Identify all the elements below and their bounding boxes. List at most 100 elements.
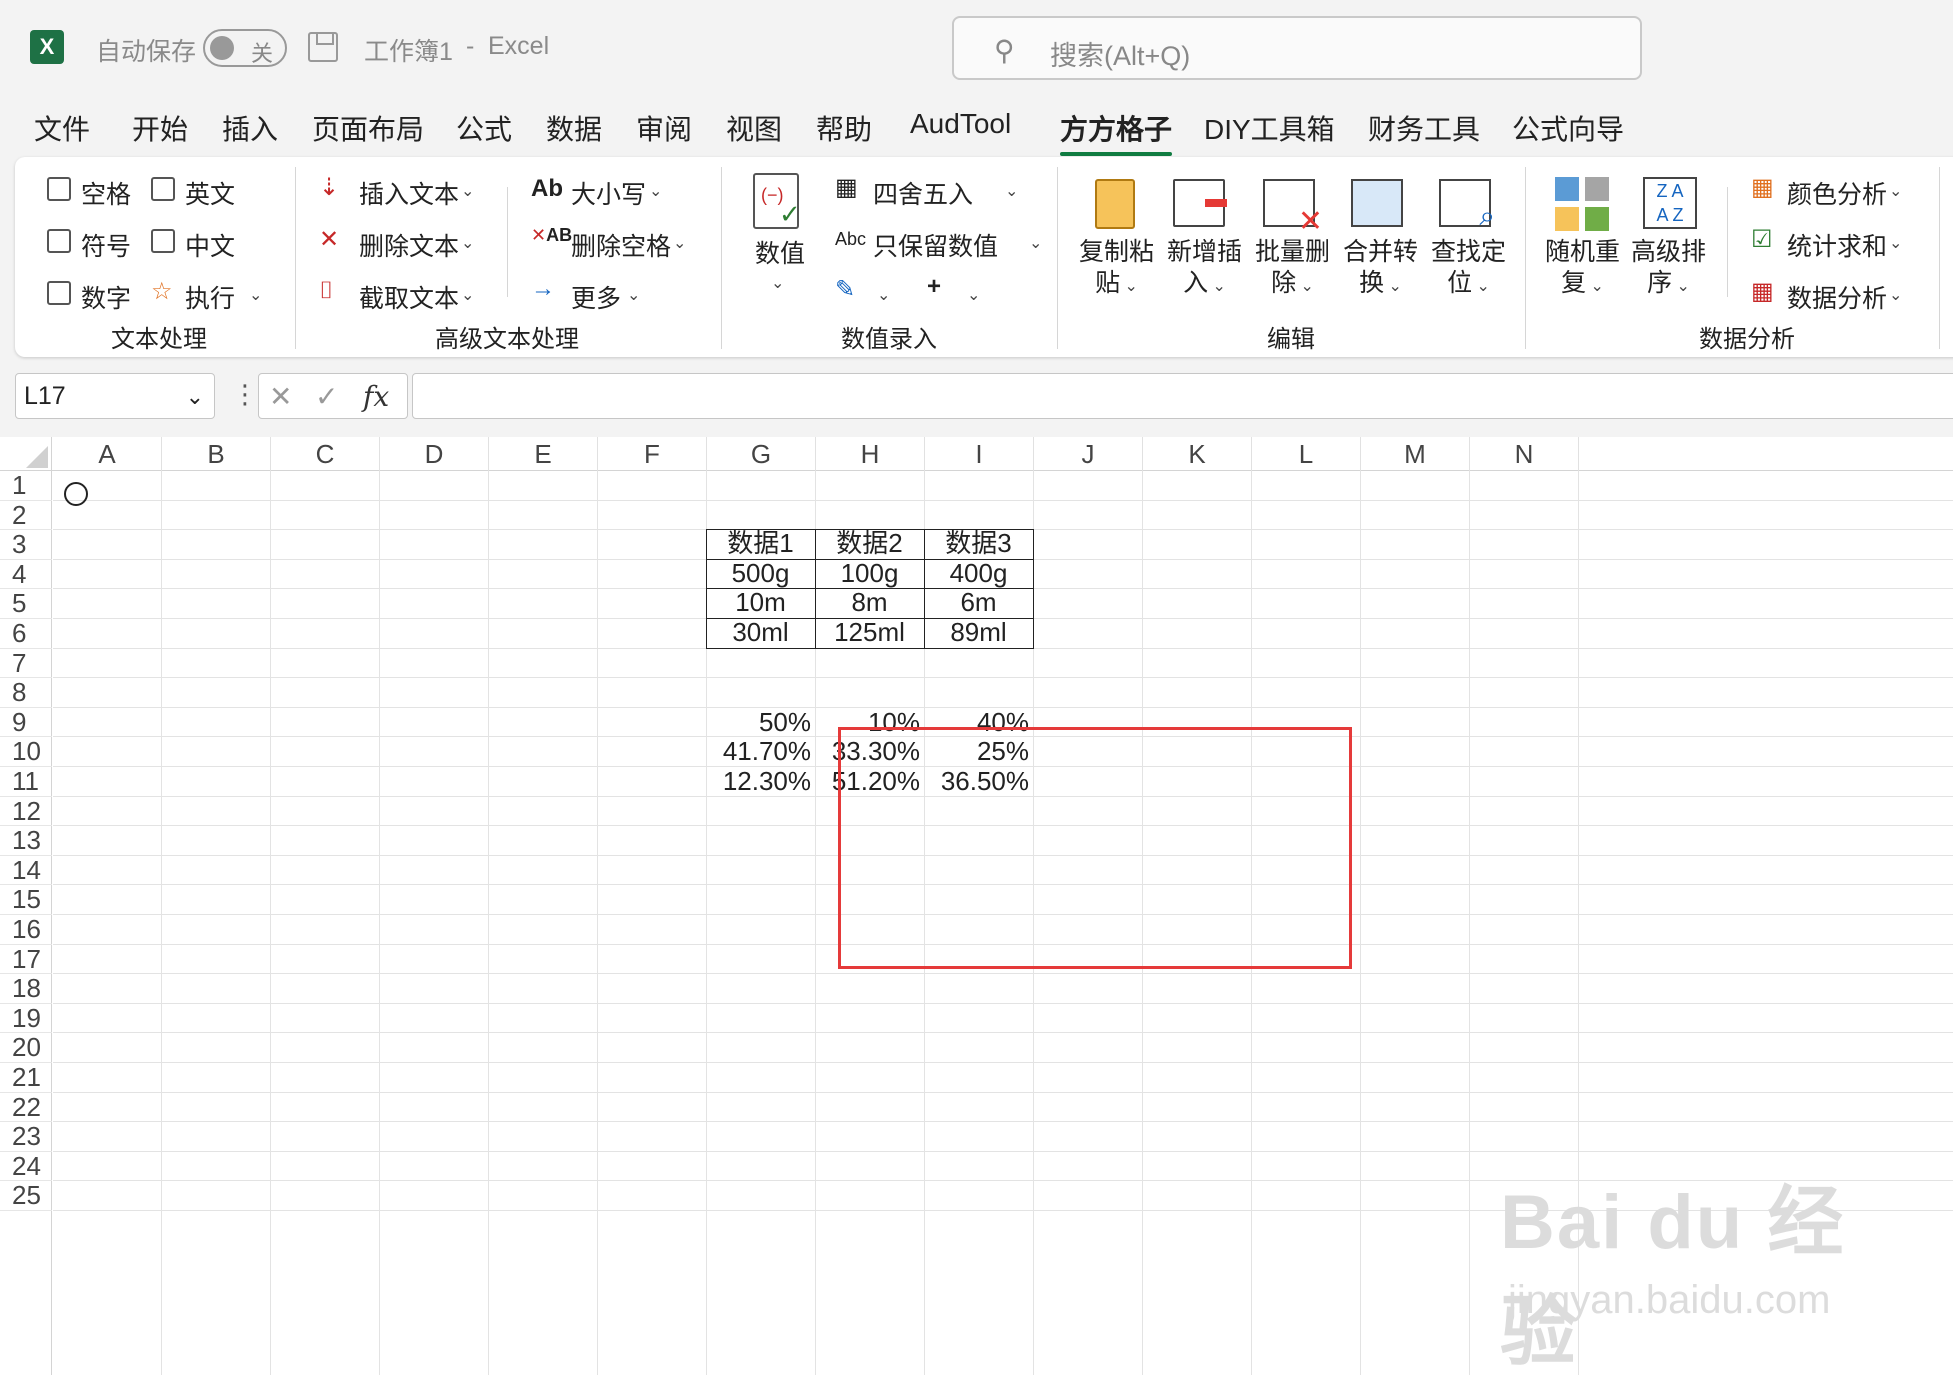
row-header[interactable]: 21: [0, 1062, 52, 1093]
row-header[interactable]: 1: [0, 470, 52, 501]
insert-text-button[interactable]: 插入文本: [359, 175, 459, 211]
confirm-icon[interactable]: ✓: [315, 380, 338, 413]
tab-formulas[interactable]: 公式: [456, 108, 512, 148]
tab-diy-toolbox[interactable]: DIY工具箱: [1204, 108, 1335, 148]
chevron-down-icon[interactable]: ⌄: [649, 181, 662, 201]
tab-page-layout[interactable]: 页面布局: [312, 108, 424, 148]
table-cell[interactable]: 30ml: [706, 617, 816, 649]
row-header[interactable]: 5: [0, 589, 52, 619]
row-header[interactable]: 6: [0, 618, 52, 649]
row-header[interactable]: 17: [0, 944, 52, 975]
column-header[interactable]: L: [1252, 437, 1361, 471]
column-header[interactable]: F: [598, 437, 707, 471]
chevron-down-icon[interactable]: ⌄: [1889, 233, 1902, 253]
row-header[interactable]: 9: [0, 707, 52, 738]
column-header[interactable]: E: [489, 437, 598, 471]
row-header[interactable]: 20: [0, 1033, 52, 1063]
table-header-cell[interactable]: 数据1: [706, 529, 816, 560]
column-header[interactable]: H: [816, 437, 925, 471]
checkbox-number[interactable]: [47, 281, 71, 305]
batch-delete-button[interactable]: 批量删 除 ⌄: [1255, 237, 1330, 302]
execute-button[interactable]: 执行: [185, 279, 235, 315]
chevron-down-icon[interactable]: ⌄: [1005, 181, 1018, 201]
chevron-down-icon[interactable]: ⌄: [186, 384, 204, 410]
checkbox-english[interactable]: [151, 177, 175, 201]
row-header[interactable]: 8: [0, 678, 52, 708]
row-header[interactable]: 7: [0, 648, 52, 679]
table-cell[interactable]: 8m: [815, 588, 925, 619]
delete-text-button[interactable]: 删除文本: [359, 227, 459, 263]
chevron-down-icon[interactable]: ⌄: [1889, 181, 1902, 201]
chevron-down-icon[interactable]: ⌄: [1029, 233, 1042, 253]
percent-cell[interactable]: 41.70%: [707, 737, 815, 767]
column-header[interactable]: G: [707, 437, 816, 471]
tab-formula-wizard[interactable]: 公式向导: [1512, 108, 1624, 148]
plus-icon[interactable]: +: [927, 273, 941, 301]
chevron-down-icon[interactable]: ⌄: [673, 233, 686, 253]
table-cell[interactable]: 6m: [924, 588, 1034, 619]
column-header[interactable]: K: [1143, 437, 1252, 471]
value-button[interactable]: 数值: [755, 239, 805, 270]
row-header[interactable]: 24: [0, 1151, 52, 1182]
row-header[interactable]: 3: [0, 530, 52, 560]
chevron-down-icon[interactable]: ⌄: [249, 285, 262, 305]
column-header[interactable]: M: [1361, 437, 1470, 471]
search-box[interactable]: ⚲ 搜索(Alt+Q): [952, 16, 1642, 80]
autosave-toggle[interactable]: 关: [203, 29, 287, 67]
table-cell[interactable]: 10m: [706, 588, 816, 619]
table-cell[interactable]: 100g: [815, 558, 925, 590]
more-options-icon[interactable]: ⋮: [232, 379, 258, 410]
checkbox-space[interactable]: [47, 177, 71, 201]
add-insert-button[interactable]: 新增插 入 ⌄: [1167, 237, 1242, 302]
more-button[interactable]: 更多: [571, 279, 621, 315]
chevron-down-icon[interactable]: ⌄: [1889, 285, 1902, 305]
cancel-icon[interactable]: ✕: [269, 380, 292, 413]
extract-text-button[interactable]: 截取文本: [359, 279, 459, 315]
find-locate-button[interactable]: 查找定 位 ⌄: [1431, 237, 1506, 302]
random-repeat-button[interactable]: 随机重 复 ⌄: [1545, 237, 1620, 302]
row-header[interactable]: 16: [0, 914, 52, 945]
chevron-down-icon[interactable]: ⌄: [461, 233, 474, 253]
row-header[interactable]: 22: [0, 1092, 52, 1123]
column-header[interactable]: D: [380, 437, 489, 471]
tab-insert[interactable]: 插入: [222, 108, 278, 148]
row-header[interactable]: 4: [0, 559, 52, 590]
color-analysis-button[interactable]: 颜色分析: [1787, 175, 1887, 211]
tab-audtool[interactable]: AudTool: [910, 108, 1011, 140]
name-box[interactable]: L17 ⌄: [15, 373, 215, 419]
table-header-cell[interactable]: 数据3: [924, 529, 1034, 560]
column-header[interactable]: A: [53, 437, 162, 471]
percent-cell[interactable]: 50%: [707, 707, 815, 738]
edit-icon[interactable]: ✎: [835, 275, 855, 304]
column-header[interactable]: I: [925, 437, 1034, 471]
stat-sum-button[interactable]: 统计求和: [1787, 227, 1887, 263]
table-header-cell[interactable]: 数据2: [815, 529, 925, 560]
column-header[interactable]: B: [162, 437, 271, 471]
checkbox-symbol[interactable]: [47, 229, 71, 253]
tab-help[interactable]: 帮助: [816, 108, 872, 148]
column-header[interactable]: C: [271, 437, 380, 471]
row-header[interactable]: 18: [0, 974, 52, 1004]
delete-space-button[interactable]: 删除空格: [571, 227, 671, 263]
row-header[interactable]: 15: [0, 885, 52, 915]
table-cell[interactable]: 400g: [924, 558, 1034, 590]
row-header[interactable]: 25: [0, 1181, 52, 1211]
save-icon[interactable]: [308, 32, 338, 62]
tab-review[interactable]: 审阅: [636, 108, 692, 148]
row-header[interactable]: 12: [0, 796, 52, 827]
data-analysis-button[interactable]: 数据分析: [1787, 279, 1887, 315]
tab-file[interactable]: 文件: [34, 108, 90, 148]
percent-cell[interactable]: 12.30%: [707, 766, 815, 797]
chevron-down-icon[interactable]: ⌄: [461, 181, 474, 201]
chevron-down-icon[interactable]: ⌄: [771, 273, 784, 293]
row-header[interactable]: 19: [0, 1003, 52, 1034]
checkbox-chinese[interactable]: [151, 229, 175, 253]
formula-input[interactable]: [412, 373, 1953, 419]
row-header[interactable]: 10: [0, 737, 52, 767]
round-button[interactable]: 四舍五入: [873, 175, 973, 211]
chevron-down-icon[interactable]: ⌄: [967, 285, 980, 305]
row-header[interactable]: 2: [0, 500, 52, 531]
insert-function-icon[interactable]: fx: [363, 380, 389, 413]
advanced-sort-button[interactable]: 高级排 序 ⌄: [1631, 237, 1706, 302]
column-header[interactable]: N: [1470, 437, 1579, 471]
